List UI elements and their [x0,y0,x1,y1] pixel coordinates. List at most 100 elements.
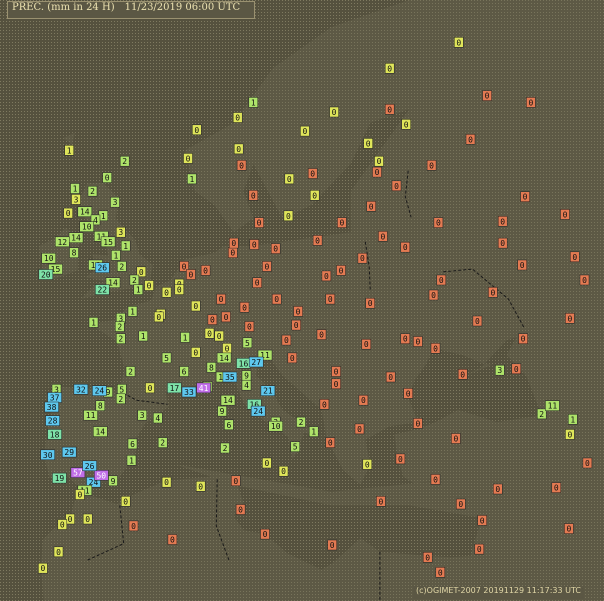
station-value: 0 [235,114,240,123]
station-marker: 0 [260,528,270,540]
station-value: 0 [251,191,256,200]
station-marker: 0 [391,180,402,192]
station-value: 0 [177,286,182,295]
station-marker: 2 [116,393,126,405]
station-value: 0 [225,344,230,353]
station-marker: 0 [430,343,441,354]
station-marker: 0 [526,97,536,108]
precipitation-map: 1201233140141011153114128101520162612021… [0,0,604,601]
station-marker: 9 [217,405,227,417]
station-value: 9 [220,407,225,416]
station-marker: 0 [287,352,298,364]
station-marker: 17 [167,382,182,394]
station-marker: 2 [87,185,98,197]
station-marker: 10 [268,420,283,432]
station-value: 0 [252,241,257,250]
station-marker: 0 [307,168,318,179]
station-value: 3 [140,411,145,420]
station-value: 9 [111,477,116,486]
station-marker: 0 [428,289,439,301]
station-marker: 0 [518,333,528,344]
station-value: 0 [247,323,252,332]
station-value: 0 [56,548,61,557]
station-value: 0 [264,459,269,468]
station-marker: 19 [52,472,67,484]
station-marker: 1 [111,250,121,261]
station-value: 0 [210,316,215,325]
station-value: 0 [357,425,362,434]
station-value: 0 [563,210,568,219]
station-marker: 0 [204,328,215,339]
station-value: 0 [490,288,495,297]
station-marker: 0 [337,217,347,228]
station-value: 14 [80,208,90,217]
station-value: 0 [521,335,526,344]
station-value: 0 [572,253,577,262]
station-value: 0 [365,460,370,469]
station-marker: 2 [157,437,168,448]
station-value: 0 [203,266,208,275]
station-value: 0 [554,484,559,493]
station-value: 0 [433,475,438,484]
station-value: 2 [122,157,127,166]
station-value: 1 [183,333,188,342]
station-value: 0 [378,497,383,506]
station-marker: 0 [38,562,48,574]
station-value: 0 [156,313,161,322]
station-marker: 0 [564,523,574,534]
station-marker: 2 [536,408,547,420]
station-value: 1 [67,146,72,155]
station-marker: 0 [82,513,93,525]
station-value: 0 [339,219,344,228]
station-marker: 3 [71,194,81,205]
station-value: 0 [239,161,244,170]
station-marker: 0 [517,259,527,271]
station-marker: 0 [102,172,112,183]
station-value: 0 [66,209,71,218]
station-marker: 0 [384,63,395,74]
station-value: 0 [480,516,485,525]
station-value: 0 [477,545,482,554]
station-marker: 5 [117,384,127,395]
station-marker: 0 [497,237,508,249]
station-marker: 0 [582,457,593,469]
station-value: 0 [312,191,317,200]
station-marker: 0 [477,515,487,526]
station-value: 0 [233,477,238,486]
station-value: 1 [570,415,575,424]
station-marker: 21 [260,385,276,396]
station-marker: 3 [495,364,505,376]
station-value: 1 [113,251,118,260]
station-marker: 0 [154,311,164,323]
station-value: 0 [433,344,438,353]
station-marker: 18 [47,429,62,440]
station-value: 0 [238,506,243,515]
station-marker: 10 [79,221,94,232]
station-value: 0 [404,120,409,129]
station-marker: 0 [283,210,294,222]
station-value: 0 [453,435,458,444]
station-value: 1 [123,242,128,251]
station-marker: 15 [100,236,116,248]
station-value: 0 [380,232,385,241]
station-marker: 0 [183,153,193,164]
station-value: 0 [394,182,399,191]
station-value: 0 [468,135,473,144]
station-marker: 0 [75,489,85,500]
map-credit: (c)OGIMET-2007 20191129 11:17:33 UTC [413,586,584,599]
station-value: 2 [118,395,123,404]
station-marker: 0 [354,423,365,435]
station-marker: 0 [327,539,337,551]
station-value: 14 [108,279,118,288]
station-value: 0 [415,419,420,428]
station-value: 0 [431,291,436,300]
station-value: 0 [242,303,247,312]
station-value: 0 [500,239,505,248]
station-marker: 0 [144,280,154,291]
station-marker: 2 [116,333,126,344]
station-marker: 1 [180,332,190,343]
station-value: 4 [244,381,249,390]
station-value: 1 [141,332,146,341]
station-marker: 0 [430,474,441,485]
station-value: 0 [406,389,411,398]
